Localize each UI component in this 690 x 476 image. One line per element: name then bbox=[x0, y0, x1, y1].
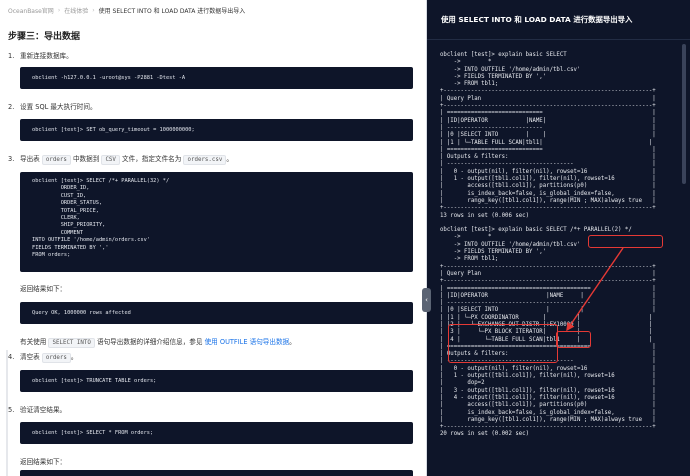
breadcrumb-separator: › bbox=[92, 6, 95, 14]
inline-code: orders bbox=[41, 155, 71, 165]
highlight-px-operators bbox=[448, 324, 558, 363]
step-text: 文件，指定文件名为 bbox=[122, 155, 182, 163]
code-block-truncate[interactable]: obclient [test]> TRUNCATE TABLE orders; bbox=[20, 370, 413, 392]
code-block-timeout[interactable]: obclient [test]> SET ob_query_timeout = … bbox=[20, 119, 413, 141]
doc-panel: OceanBase官网 › 在线体验 › 使用 SELECT INTO 和 LO… bbox=[0, 0, 426, 476]
step-number: 4. bbox=[8, 353, 15, 361]
step-1: 1. 重新连接数据库。 bbox=[8, 50, 73, 60]
step-number: 5. bbox=[8, 406, 15, 414]
step-4: 4. 清空表 orders。 bbox=[8, 351, 77, 363]
info-line: 有关使用 SELECT INTO 语句导出数据的详细介绍信息，参见 使用 OUT… bbox=[20, 336, 296, 348]
terminal-title: 使用 SELECT INTO 和 LOAD DATA 进行数据导出导入 bbox=[427, 0, 690, 40]
step-text: 验证清空结果。 bbox=[20, 406, 67, 414]
breadcrumb-home[interactable]: OceanBase官网 bbox=[8, 6, 54, 15]
step-text: 。 bbox=[226, 155, 233, 163]
step-5: 5. 验证清空结果。 bbox=[8, 404, 66, 414]
step-2: 2. 设置 SQL 最大执行时间。 bbox=[8, 101, 97, 111]
step-number: 1. bbox=[8, 52, 15, 60]
code-block-export[interactable]: obclient [test]> SELECT /*+ PARALLEL(32)… bbox=[20, 172, 413, 272]
result-label: 返回结果如下： bbox=[20, 458, 67, 466]
highlight-exchange-name bbox=[556, 331, 591, 348]
inline-code: CSV bbox=[101, 155, 120, 165]
terminal-scrollbar[interactable] bbox=[682, 44, 686, 184]
inline-code: orders bbox=[41, 353, 71, 363]
step-title: 步骤三：导出数据 bbox=[8, 32, 81, 42]
result-label: 返回结果如下： bbox=[20, 285, 67, 293]
step-number: 3. bbox=[8, 155, 15, 163]
outfile-doc-link[interactable]: 使用 OUTFILE 语句导出数据 bbox=[205, 338, 290, 346]
info-text: 语句导出数据的详细介绍信息，参见 bbox=[96, 338, 203, 346]
collapse-toggle-button[interactable]: ‹ bbox=[422, 288, 431, 312]
highlight-parallel-hint bbox=[588, 235, 663, 248]
code-block-connect[interactable]: obclient -h127.0.0.1 -uroot@sys -P2881 -… bbox=[20, 67, 413, 89]
code-block-select[interactable]: obclient [test]> SELECT * FROM orders; bbox=[20, 422, 413, 444]
breadcrumb: OceanBase官网 › 在线体验 › 使用 SELECT INTO 和 LO… bbox=[8, 5, 245, 15]
step-text: 中数据到 bbox=[72, 155, 100, 163]
step-text: 重新连接数据库。 bbox=[20, 52, 73, 60]
chevron-left-icon: ‹ bbox=[425, 296, 428, 304]
breadcrumb-current: 使用 SELECT INTO 和 LOAD DATA 进行数据导出导入 bbox=[98, 7, 246, 15]
step-3: 3. 导出表 orders 中数据到 CSV 文件，指定文件名为 orders.c… bbox=[8, 153, 233, 165]
step-text: 。 bbox=[70, 353, 78, 361]
info-text: 。 bbox=[289, 338, 296, 346]
breadcrumb-trial[interactable]: 在线体验 bbox=[64, 6, 88, 15]
inline-code: SELECT INTO bbox=[48, 338, 95, 348]
step-text: 导出表 bbox=[20, 155, 40, 163]
breadcrumb-separator: › bbox=[57, 6, 61, 14]
step-number: 2. bbox=[8, 103, 15, 111]
code-block-partial bbox=[20, 470, 413, 476]
inline-code: orders.csv bbox=[183, 155, 227, 165]
code-block-result[interactable]: Query OK, 1000000 rows affected bbox=[20, 302, 413, 324]
step-text: 清空表 bbox=[20, 353, 40, 361]
info-text: 有关使用 bbox=[20, 338, 47, 346]
step-text: 设置 SQL 最大执行时间。 bbox=[20, 103, 97, 111]
